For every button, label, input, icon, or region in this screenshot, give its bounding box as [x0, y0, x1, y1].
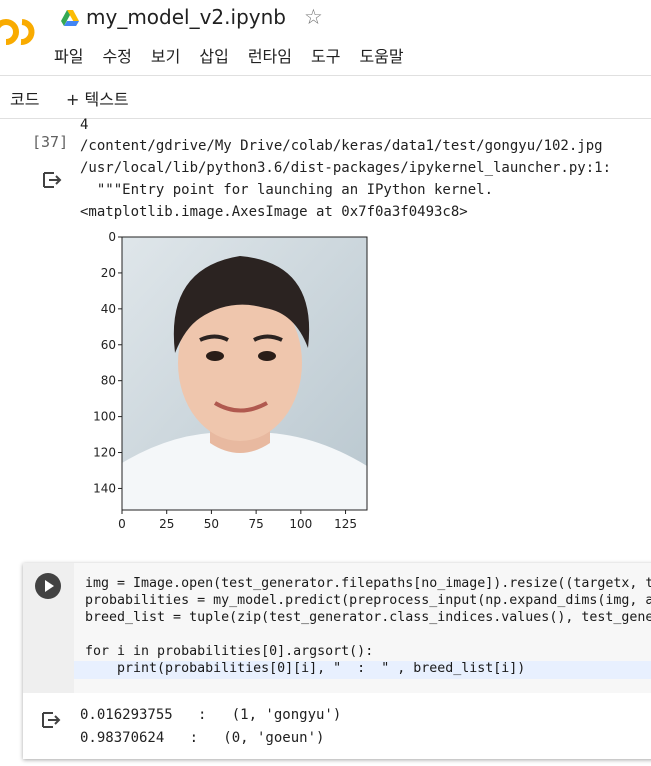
menu-edit[interactable]: 수정	[102, 43, 131, 67]
result-line: 0.016293755 : (1, 'gongyu')	[80, 707, 342, 723]
x-axis: 0 25 50 75 100 125	[118, 510, 357, 531]
add-text-button[interactable]: + 텍스트	[66, 86, 129, 110]
menu-help[interactable]: 도움말	[359, 43, 403, 67]
y-tick-label: 100	[93, 410, 116, 424]
colab-logo[interactable]	[0, 14, 36, 50]
add-code-button[interactable]: 코드	[10, 86, 39, 110]
x-tick-label: 125	[334, 517, 357, 531]
code-line: print(probabilities[0][i], " : " , breed…	[85, 661, 526, 676]
output-arrow-icon[interactable]	[40, 169, 62, 191]
menu-file[interactable]: 파일	[54, 43, 83, 67]
menu-view[interactable]: 보기	[151, 43, 180, 67]
x-tick-label: 0	[118, 517, 126, 531]
code-line: img = Image.open(test_generator.filepath…	[85, 576, 651, 591]
x-tick-label: 75	[248, 517, 263, 531]
notebook-header: my_model_v2.ipynb ☆ 파일 수정 보기 삽입 런타임 도구 도…	[0, 0, 651, 76]
menu-tools[interactable]: 도구	[311, 43, 340, 67]
cell-toolbar: 코드 + 텍스트	[0, 76, 651, 119]
image-plot: 0 20 40 60 80 100 120 140 0 25 50 75 100 125	[93, 230, 368, 531]
menu-insert[interactable]: 삽입	[199, 43, 228, 67]
code-line: for i in probabilities[0].argsort():	[85, 644, 374, 659]
code-cell[interactable]: img = Image.open(test_generator.filepath…	[23, 563, 651, 759]
output-line: <matplotlib.image.AxesImage at 0x7f0a3f0…	[80, 204, 468, 220]
execution-count: [37]	[32, 133, 69, 151]
code-editor[interactable]: img = Image.open(test_generator.filepath…	[74, 563, 651, 693]
y-axis: 0 20 40 60 80 100 120 140	[93, 230, 122, 495]
y-tick-label: 80	[101, 374, 116, 388]
code-line: breed_list = tuple(zip(test_generator.cl…	[85, 610, 651, 625]
output-line: 4	[80, 117, 89, 133]
output-line: /usr/local/lib/python3.6/dist-packages/i…	[80, 160, 612, 176]
output-arrow-icon[interactable]	[39, 709, 61, 731]
photo-image	[122, 237, 367, 510]
cell-gutter	[23, 563, 74, 693]
output-line: /content/gdrive/My Drive/colab/keras/dat…	[80, 138, 603, 154]
y-tick-label: 40	[101, 302, 116, 316]
code-line: probabilities = my_model.predict(preproc…	[85, 593, 651, 608]
x-tick-label: 100	[289, 517, 312, 531]
y-tick-label: 120	[93, 446, 116, 460]
menu-bar: 파일 수정 보기 삽입 런타임 도구 도움말	[54, 43, 423, 67]
y-tick-label: 140	[93, 481, 116, 495]
x-tick-label: 50	[204, 517, 219, 531]
y-tick-label: 0	[108, 230, 116, 244]
result-line: 0.98370624 : (0, 'goeun')	[80, 730, 325, 746]
notebook-title[interactable]: my_model_v2.ipynb	[86, 5, 286, 29]
star-icon[interactable]: ☆	[304, 5, 323, 29]
google-drive-icon[interactable]	[60, 9, 80, 27]
y-tick-label: 60	[101, 338, 116, 352]
y-tick-label: 20	[101, 266, 116, 280]
run-cell-button[interactable]	[35, 573, 61, 599]
menu-runtime[interactable]: 런타임	[248, 43, 292, 67]
output-line: """Entry point for launching an IPython …	[80, 182, 494, 198]
x-tick-label: 25	[159, 517, 174, 531]
